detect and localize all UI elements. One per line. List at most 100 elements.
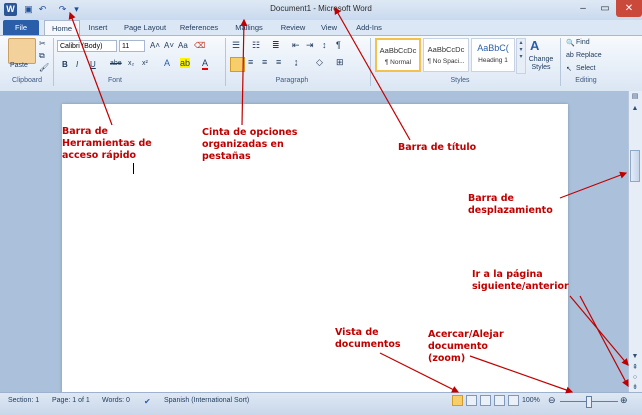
style-normal[interactable]: AaBbCcDc ¶ Normal: [375, 38, 421, 72]
style-name: Heading 1: [478, 57, 508, 64]
change-styles-icon[interactable]: A: [530, 38, 539, 53]
zoom-level[interactable]: 100%: [522, 397, 540, 404]
text-effects-icon[interactable]: A: [164, 58, 170, 68]
style-sample: AaBbCcDc: [379, 46, 417, 55]
select-browse-object-icon[interactable]: ○: [629, 373, 641, 383]
paste-icon[interactable]: [8, 38, 36, 64]
style-no-spacing[interactable]: AaBbCcDc ¶ No Spaci...: [423, 38, 469, 72]
tab-review[interactable]: Review: [278, 20, 308, 35]
select-button[interactable]: Select: [576, 65, 595, 72]
paste-label[interactable]: Paste: [10, 62, 28, 69]
underline-button[interactable]: U: [90, 60, 96, 69]
annotation-zoom: Acercar/Alejar documento (zoom): [428, 329, 504, 364]
minimize-icon[interactable]: –: [572, 0, 594, 17]
language-indicator[interactable]: Spanish (International Sort): [164, 397, 249, 404]
proofing-icon[interactable]: ✔: [144, 397, 151, 406]
style-name: ¶ No Spaci...: [427, 58, 465, 65]
shrink-font-icon[interactable]: A˅: [164, 41, 174, 50]
scroll-down-icon[interactable]: ▼: [629, 352, 641, 362]
align-left-icon[interactable]: [230, 57, 245, 72]
font-size-field[interactable]: 11: [119, 40, 145, 52]
align-center-icon[interactable]: ≡: [248, 57, 253, 67]
window-title: Document1 - Microsoft Word: [270, 4, 372, 13]
styles-scroll[interactable]: ▴ ▾ ▾: [516, 38, 526, 74]
styles-group-label: Styles: [450, 77, 470, 84]
annotation-document-views: Vista de documentos: [335, 327, 401, 350]
scroll-thumb[interactable]: [630, 150, 640, 182]
cut-icon[interactable]: ✂: [39, 39, 46, 48]
paragraph-group-label: Paragraph: [275, 77, 309, 84]
borders-icon[interactable]: ⊞: [336, 57, 344, 68]
bold-button[interactable]: B: [62, 60, 68, 69]
zoom-out-icon[interactable]: ⊖: [548, 395, 556, 406]
print-layout-view-icon[interactable]: [452, 395, 463, 406]
vertical-scrollbar[interactable]: [628, 91, 642, 392]
font-name-field[interactable]: Calibri (Body): [57, 40, 117, 52]
find-icon: 🔍: [566, 40, 575, 47]
bullets-icon[interactable]: ☰: [232, 40, 240, 51]
annotation-scrollbar: Barra de desplazamiento: [468, 193, 553, 216]
sort-icon[interactable]: ↕: [322, 40, 327, 50]
shading-icon[interactable]: ◇: [316, 57, 323, 68]
decrease-indent-icon[interactable]: ⇤: [292, 40, 300, 51]
italic-button[interactable]: I: [76, 60, 78, 69]
annotation-quick-access: Barra de Herramientas de acceso rápido: [62, 126, 152, 161]
copy-icon[interactable]: ⧉: [39, 51, 45, 61]
style-heading-1[interactable]: AaBbC( Heading 1: [471, 38, 515, 72]
change-styles-button[interactable]: Change Styles: [526, 56, 556, 72]
font-color-icon[interactable]: A: [202, 58, 209, 70]
multilevel-list-icon[interactable]: ≣: [272, 40, 280, 51]
maximize-icon[interactable]: ▭: [594, 0, 616, 17]
full-screen-view-icon[interactable]: [466, 395, 477, 406]
subscript-button[interactable]: x₂: [128, 60, 134, 67]
web-layout-view-icon[interactable]: [480, 395, 491, 406]
divider: [225, 38, 226, 86]
word-count[interactable]: Words: 0: [102, 397, 130, 404]
tab-insert[interactable]: Insert: [84, 20, 112, 35]
font-group-label: Font: [107, 77, 122, 84]
annotation-next-previous-page: Ir a la página siguiente/anterior: [472, 269, 569, 292]
grow-font-icon[interactable]: A˄: [150, 41, 160, 50]
divider: [560, 38, 561, 86]
page-indicator[interactable]: Page: 1 of 1: [52, 397, 90, 404]
scroll-up-icon[interactable]: ▲: [629, 104, 641, 114]
close-icon[interactable]: ✕: [616, 0, 642, 17]
style-sample: AaBbCcDc: [427, 45, 465, 54]
tab-page-layout[interactable]: Page Layout: [120, 20, 170, 35]
status-bar: [0, 392, 642, 415]
tab-file[interactable]: File: [3, 20, 39, 35]
zoom-slider-thumb[interactable]: [586, 396, 592, 408]
highlight-icon[interactable]: ab: [180, 58, 191, 68]
clear-formatting-icon[interactable]: ⌫: [194, 41, 205, 50]
format-painter-icon[interactable]: 🖌: [39, 63, 49, 72]
strikethrough-button[interactable]: abe: [110, 60, 122, 67]
clipboard-group-label: Clipboard: [12, 77, 42, 84]
outline-view-icon[interactable]: [494, 395, 505, 406]
superscript-button[interactable]: x²: [142, 60, 148, 67]
tab-view[interactable]: View: [316, 20, 342, 35]
tab-home[interactable]: Home: [44, 20, 80, 36]
show-marks-icon[interactable]: ¶: [336, 40, 341, 50]
ruler-toggle-icon[interactable]: ▤: [629, 92, 641, 102]
justify-icon[interactable]: ≡: [276, 57, 281, 67]
align-right-icon[interactable]: ≡: [262, 57, 267, 67]
divider: [53, 38, 54, 86]
change-case-icon[interactable]: Aa: [178, 41, 188, 50]
tab-add-ins[interactable]: Add-Ins: [352, 20, 386, 35]
previous-page-icon[interactable]: ⇞: [629, 363, 641, 373]
replace-button[interactable]: Replace: [576, 52, 602, 59]
find-button[interactable]: Find: [576, 39, 590, 46]
section-indicator[interactable]: Section: 1: [8, 397, 39, 404]
tab-references[interactable]: References: [176, 20, 222, 35]
line-spacing-icon[interactable]: ↨: [294, 57, 299, 67]
editing-group-label: Editing: [575, 77, 597, 84]
draft-view-icon[interactable]: [508, 395, 519, 406]
tab-mailings[interactable]: Mailings: [230, 20, 268, 35]
zoom-in-icon[interactable]: ⊕: [620, 395, 628, 406]
divider: [370, 38, 371, 86]
replace-icon: ab: [566, 52, 574, 59]
style-sample: AaBbC(: [477, 43, 509, 53]
numbering-icon[interactable]: ☷: [252, 40, 260, 51]
increase-indent-icon[interactable]: ⇥: [306, 40, 314, 51]
text-cursor: [133, 163, 134, 174]
